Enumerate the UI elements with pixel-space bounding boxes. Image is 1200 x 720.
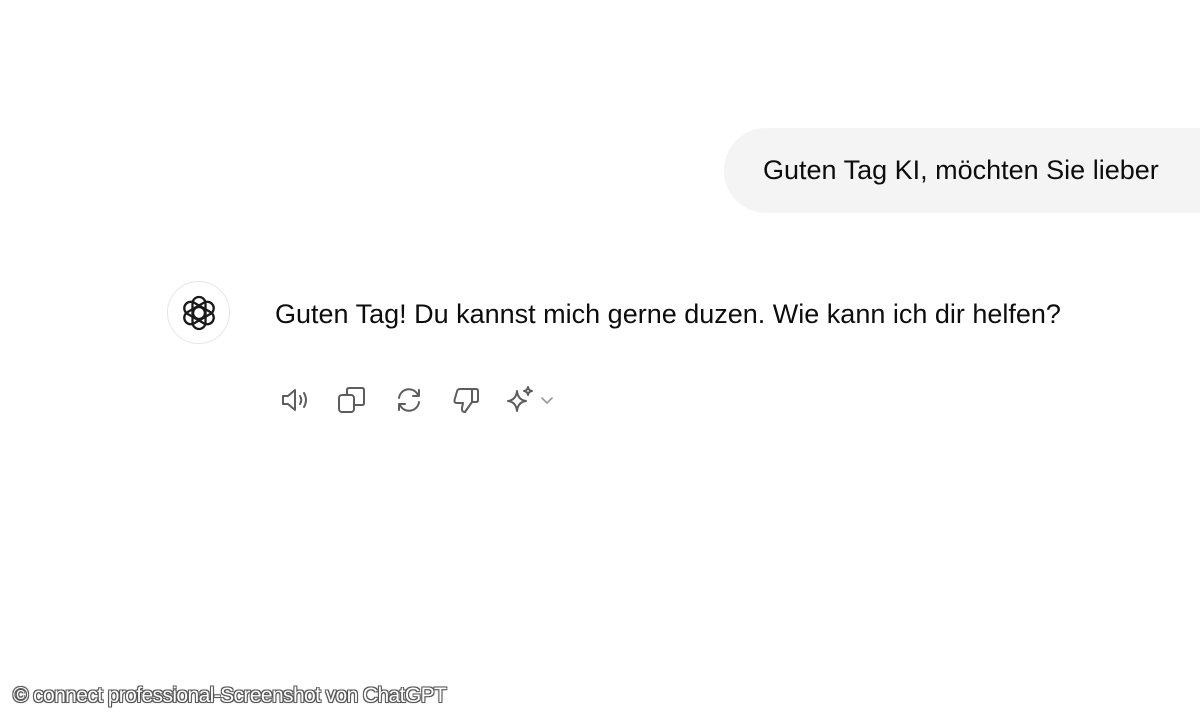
- copy-icon: [338, 387, 365, 413]
- speaker-icon: [282, 389, 307, 411]
- assistant-message-text: Guten Tag! Du kannst mich gerne duzen. W…: [275, 299, 1061, 329]
- assistant-avatar: [167, 281, 230, 344]
- chat-page: Guten Tag KI, möchten Sie lieber Guten T…: [0, 0, 1200, 720]
- copyright-watermark: © connect professional-Screenshot von Ch…: [13, 684, 447, 707]
- user-message-text: Guten Tag KI, möchten Sie lieber: [763, 155, 1159, 185]
- chevron-down-icon: [541, 397, 553, 404]
- user-message-bubble: Guten Tag KI, möchten Sie lieber: [724, 128, 1200, 213]
- refresh-icon: [398, 388, 420, 412]
- message-actions: [276, 381, 556, 419]
- read-aloud-button[interactable]: [276, 381, 314, 419]
- model-switch-button[interactable]: [504, 381, 556, 419]
- thumbs-down-icon: [453, 388, 479, 413]
- sparkle-icon: [507, 386, 533, 412]
- openai-logo-icon: [182, 295, 215, 330]
- regenerate-button[interactable]: [390, 381, 428, 419]
- copy-button[interactable]: [333, 381, 371, 419]
- bad-response-button[interactable]: [447, 381, 485, 419]
